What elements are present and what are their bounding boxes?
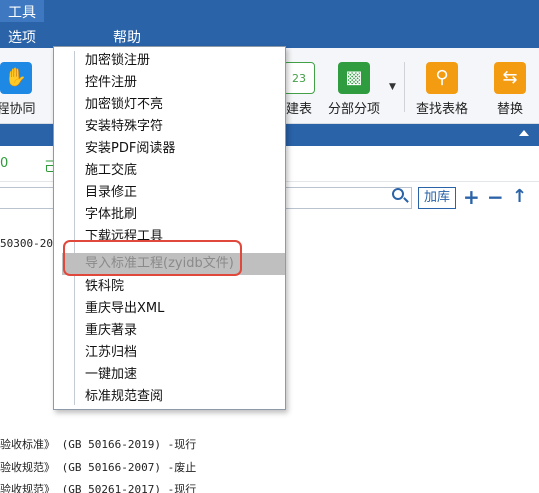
menu-item-railway-academy[interactable]: 铁科院 xyxy=(85,276,124,298)
subdivision-button[interactable]: ▩ 分部分项 xyxy=(326,62,382,117)
replace-button[interactable]: ⇆ 替换 xyxy=(490,62,530,117)
subdivision-label: 分部分项 xyxy=(327,102,380,117)
menu-item-dongle-register[interactable]: 加密锁注册 xyxy=(85,50,150,72)
highlight-annotation xyxy=(63,240,242,276)
menu-tools-label: 工具 xyxy=(8,5,36,21)
menu-gutter xyxy=(74,51,75,405)
collab-button[interactable]: ✋ 程协同 xyxy=(0,62,36,117)
menu-item-chongqing-export-xml[interactable]: 重庆导出XML xyxy=(85,298,164,320)
menu-help[interactable]: 帮助 xyxy=(113,28,141,48)
bar-chart-icon: ▩ xyxy=(338,62,370,94)
create-table-button[interactable]: 23 建表 xyxy=(282,62,316,117)
menu-item-dongle-light-off[interactable]: 加密锁灯不亮 xyxy=(85,94,163,116)
spreadsheet-icon: 23 xyxy=(283,62,315,94)
minus-icon[interactable]: − xyxy=(487,185,504,209)
plus-icon[interactable]: + xyxy=(463,185,480,209)
replace-label: 替换 xyxy=(496,102,523,117)
menu-bar: 选项 工具 帮助 xyxy=(0,0,539,48)
add-library-button[interactable]: 加库 xyxy=(418,187,456,209)
menu-item-catalog-fix[interactable]: 目录修正 xyxy=(85,182,137,204)
menu-item-construction-briefing[interactable]: 施工交底 xyxy=(85,160,137,182)
create-table-label: 建表 xyxy=(285,102,312,117)
collab-label: 程协同 xyxy=(0,102,36,117)
list-item[interactable]: 验收标准》 (GB 50166-2019) -现行 xyxy=(0,436,196,452)
menu-item-chongqing-catalog[interactable]: 重庆著录 xyxy=(85,320,137,342)
swap-icon: ⇆ xyxy=(494,62,526,94)
arrow-up-icon[interactable]: ↑ xyxy=(512,185,527,209)
search-icon: ⚲ xyxy=(426,62,458,94)
menu-tools[interactable]: 工具 xyxy=(0,0,44,22)
search-icon[interactable] xyxy=(392,188,404,200)
menu-options[interactable]: 选项 xyxy=(8,28,36,48)
menu-item-control-register[interactable]: 控件注册 xyxy=(85,72,137,94)
find-table-label: 查找表格 xyxy=(415,102,468,117)
menu-item-font-batch[interactable]: 字体批刷 xyxy=(85,204,137,226)
menu-item-one-click-speedup[interactable]: 一键加速 xyxy=(85,364,137,386)
menu-item-install-special-chars[interactable]: 安装特殊字符 xyxy=(85,116,163,138)
tools-dropdown-menu: 加密锁注册 控件注册 加密锁灯不亮 安装特殊字符 安装PDF阅读器 施工交底 目… xyxy=(53,46,286,410)
dropdown-arrow-icon[interactable]: ▼ xyxy=(389,82,396,92)
collapse-icon[interactable] xyxy=(519,130,529,136)
list-item[interactable]: 验收规范》 (GB 50166-2007) -废止 xyxy=(0,459,196,475)
list-item[interactable]: 验收规范》 (GB 50261-2017) -现行 xyxy=(0,481,196,493)
ribbon-separator xyxy=(404,62,405,112)
menu-item-install-pdf-reader[interactable]: 安装PDF阅读器 xyxy=(85,138,175,160)
find-table-button[interactable]: ⚲ 查找表格 xyxy=(414,62,470,117)
count-value: 0 xyxy=(0,156,9,171)
list-item[interactable]: 50300-201 xyxy=(0,237,60,250)
handshake-icon: ✋ xyxy=(0,62,32,94)
menu-item-jiangsu-archive[interactable]: 江苏归档 xyxy=(85,342,137,364)
menu-item-standard-lookup[interactable]: 标准规范查阅 xyxy=(85,386,163,408)
